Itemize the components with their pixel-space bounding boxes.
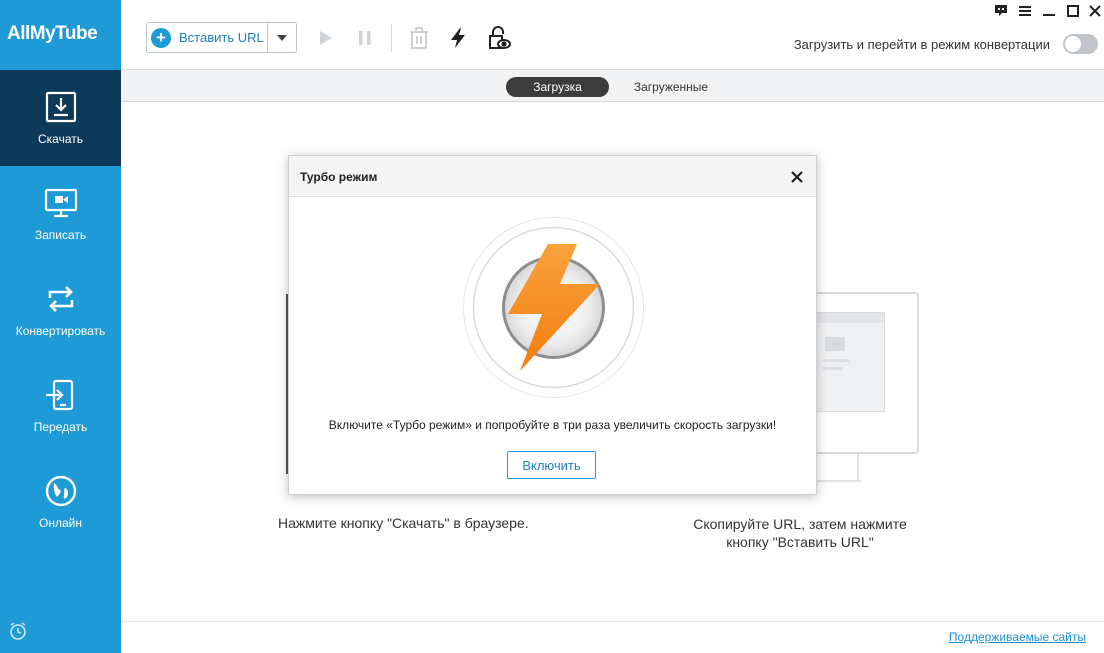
paste-url-button[interactable]: + Вставить URL: [146, 22, 297, 53]
sidebar: AllMyTube Скачать Записать Конвертироват…: [0, 0, 121, 653]
monitor-window: [815, 312, 885, 412]
monitor-line: [823, 359, 849, 362]
alarm-clock-icon[interactable]: [8, 621, 28, 641]
turbo-lightning-icon: [463, 217, 644, 398]
plus-icon: +: [151, 27, 171, 48]
tab-bar: Загрузка Загруженные: [121, 70, 1104, 102]
hint-browser-download: Нажмите кнопку "Скачать" в браузере.: [278, 515, 529, 531]
turbo-mode-dialog: Турбо режим Включите «Турбо режим» и поп…: [288, 155, 817, 495]
sidebar-item-label: Записать: [34, 228, 87, 242]
trash-icon[interactable]: [407, 26, 431, 50]
enable-turbo-button[interactable]: Включить: [507, 451, 596, 479]
feedback-icon[interactable]: [994, 4, 1008, 18]
hint-paste-url: Скопируйте URL, затем нажмите кнопку "Вс…: [693, 516, 907, 550]
menu-icon[interactable]: [1018, 4, 1032, 18]
supported-sites-link[interactable]: Поддерживаемые сайты: [949, 630, 1086, 644]
minimize-icon[interactable]: [1042, 4, 1056, 18]
sidebar-item-label: Скачать: [38, 132, 83, 146]
download-icon: [45, 91, 76, 123]
toolbar: + Вставить URL Загрузить и перейти в реж…: [121, 0, 1104, 70]
transfer-icon: [45, 379, 73, 411]
monitor-illustration: [815, 292, 919, 454]
globe-icon: [45, 475, 76, 507]
monitor-stand: [815, 454, 859, 480]
sidebar-item-download[interactable]: Скачать: [0, 70, 121, 166]
maximize-icon[interactable]: [1066, 4, 1080, 18]
record-screen-icon: [44, 188, 77, 218]
dialog-header: Турбо режим: [289, 156, 816, 197]
sidebar-item-online[interactable]: Онлайн: [0, 454, 121, 550]
convert-toggle[interactable]: [1063, 34, 1098, 54]
dialog-title: Турбо режим: [300, 170, 378, 184]
sidebar-item-record[interactable]: Записать: [0, 166, 121, 262]
play-icon[interactable]: [313, 26, 337, 50]
sidebar-item-label: Передать: [33, 420, 88, 434]
tab-downloaded[interactable]: Загруженные: [621, 77, 721, 97]
close-icon[interactable]: [1088, 4, 1102, 18]
app-logo: AllMyTube: [7, 23, 98, 44]
tab-downloading[interactable]: Загрузка: [506, 77, 609, 97]
paste-url-label: Вставить URL: [179, 30, 264, 45]
chevron-down-icon: [277, 34, 287, 41]
monitor-line: [823, 367, 843, 370]
dialog-close-icon[interactable]: [790, 170, 804, 184]
monitor-block: [825, 337, 845, 351]
monitor-window-bar: [815, 313, 884, 323]
dialog-message: Включите «Турбо режим» и попробуйте в тр…: [328, 418, 777, 432]
toolbar-separator: [391, 24, 392, 52]
lock-eye-icon[interactable]: [487, 26, 511, 50]
toggle-knob: [1065, 36, 1081, 52]
sidebar-item-label: Онлайн: [39, 516, 82, 530]
convert-icon: [48, 286, 73, 312]
turbo-lightning-icon[interactable]: [446, 26, 470, 50]
convert-toggle-label: Загрузить и перейти в режим конвертации: [793, 37, 1050, 52]
sidebar-item-convert[interactable]: Конвертировать: [0, 262, 121, 358]
monitor-base: [815, 480, 861, 482]
pause-icon[interactable]: [353, 26, 377, 50]
footer-divider: [121, 621, 1104, 622]
sidebar-item-transfer[interactable]: Передать: [0, 358, 121, 454]
paste-url-main[interactable]: + Вставить URL: [147, 23, 268, 52]
sidebar-item-label: Конвертировать: [15, 324, 106, 338]
paste-url-dropdown[interactable]: [268, 34, 296, 42]
